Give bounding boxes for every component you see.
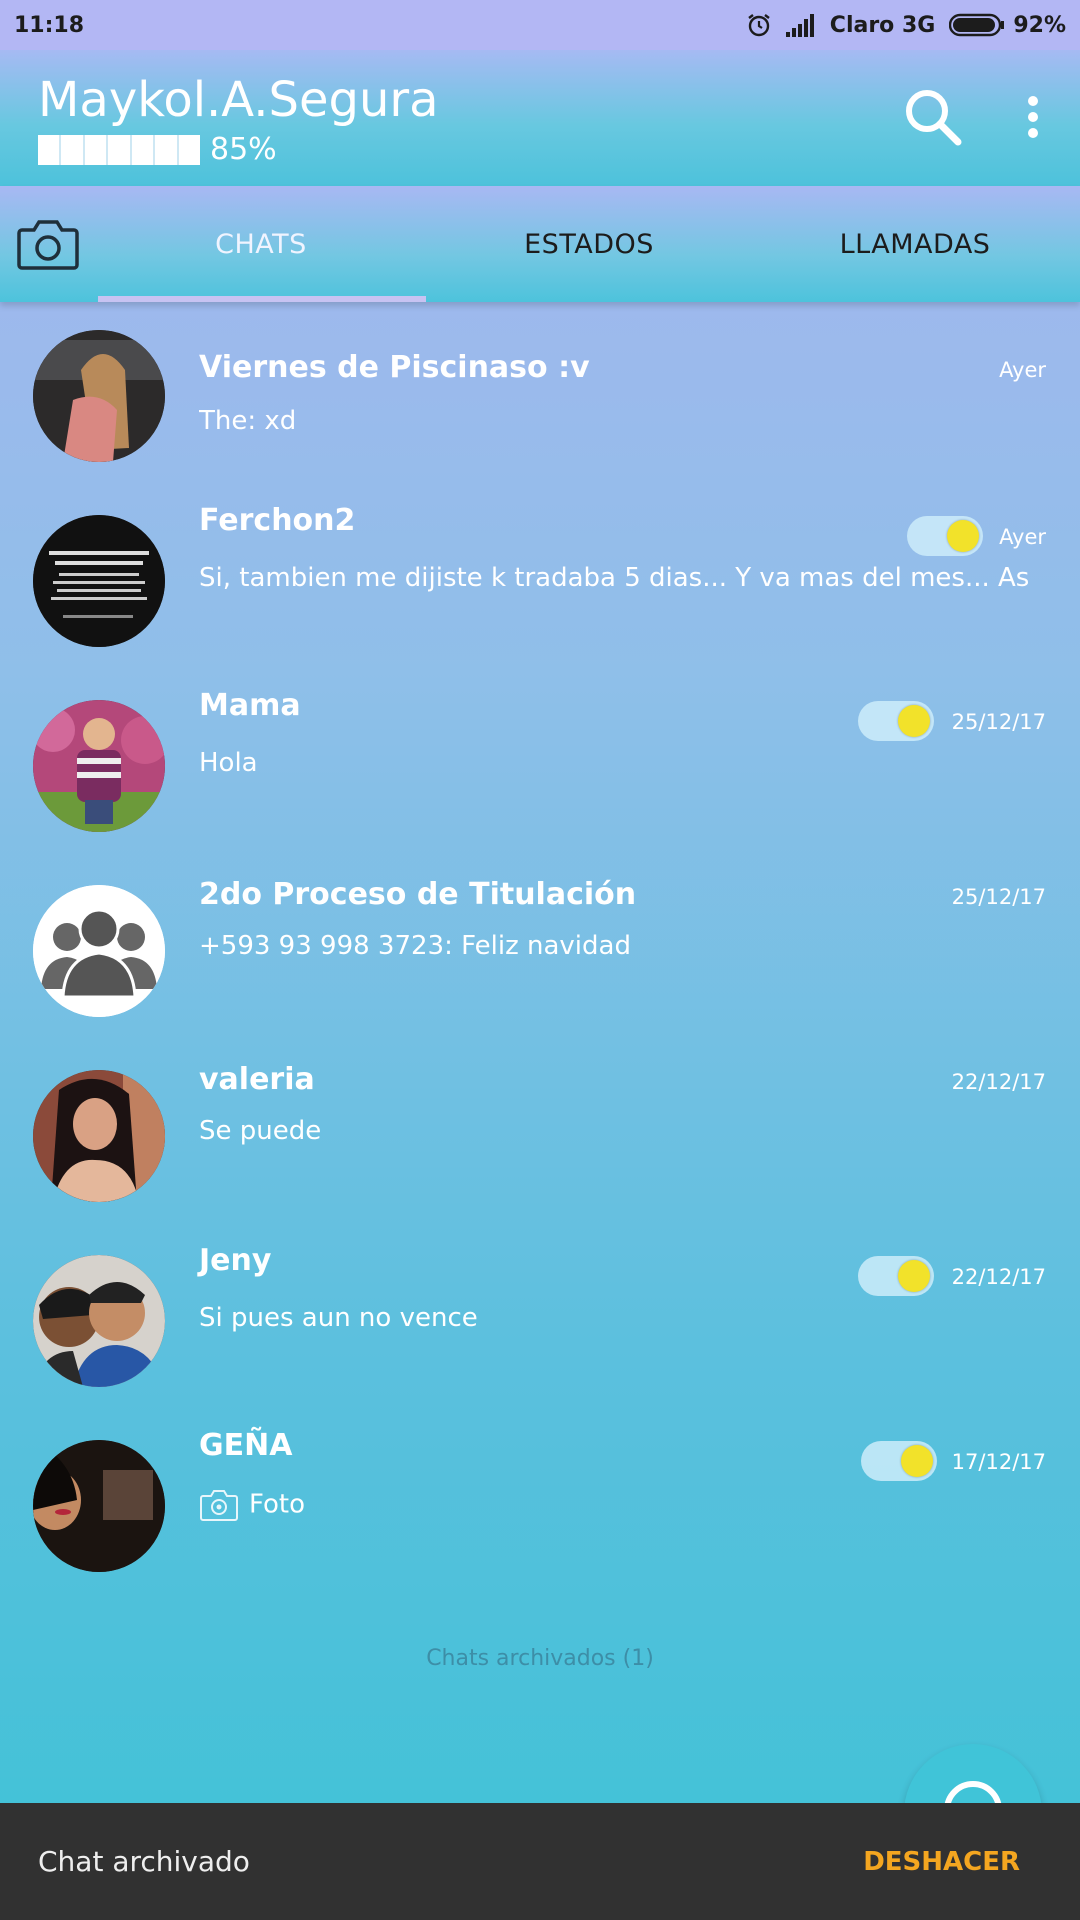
- chat-time: Ayer: [999, 525, 1046, 549]
- avatar[interactable]: [33, 330, 165, 462]
- toggle-knob: [947, 520, 979, 552]
- chat-name: Ferchon2: [199, 503, 356, 538]
- chat-toggle[interactable]: [858, 1256, 934, 1296]
- tab-bar: CHATS ESTADOS LLAMADAS: [0, 186, 1080, 302]
- chat-list: Viernes de Piscinaso :v Ayer The: xd Fer…: [0, 302, 1080, 1597]
- profile-battery-percent: 85%: [210, 132, 277, 167]
- avatar[interactable]: [33, 700, 165, 832]
- tab-estados[interactable]: ESTADOS: [426, 186, 752, 302]
- chat-message-preview: Si, tambien me dijiste k tradaba 5 dias.…: [199, 563, 1029, 593]
- avatar[interactable]: [33, 1440, 165, 1572]
- chat-name: 2do Proceso de Titulación: [199, 877, 637, 912]
- status-bar: 11:18 Claro 3G 92%: [0, 0, 1080, 50]
- profile-battery: 85%: [38, 132, 277, 167]
- chat-row[interactable]: valeria 22/12/17 Se puede: [0, 1042, 1080, 1227]
- app-header: Maykol.A.Segura 85%: [0, 50, 1080, 186]
- chat-time: 17/12/17: [951, 1450, 1046, 1474]
- snackbar-message: Chat archivado: [38, 1845, 250, 1878]
- chat-row[interactable]: GEÑA 17/12/17 Foto: [0, 1412, 1080, 1597]
- carrier-label: Claro 3G: [829, 12, 936, 38]
- profile-battery-bar: [38, 134, 200, 165]
- tab-chats[interactable]: CHATS: [98, 186, 424, 302]
- battery-percent: 92%: [1013, 12, 1066, 38]
- chat-toggle[interactable]: [861, 1441, 937, 1481]
- avatar[interactable]: [33, 1070, 165, 1202]
- avatar[interactable]: [33, 515, 165, 647]
- chat-row[interactable]: Viernes de Piscinaso :v Ayer The: xd: [0, 302, 1080, 487]
- archived-chats-link[interactable]: Chats archivados (1): [0, 1646, 1080, 1671]
- battery-icon: [949, 13, 1005, 37]
- toggle-knob: [901, 1445, 933, 1477]
- chat-name: GEÑA: [199, 1428, 293, 1463]
- more-options-icon[interactable]: [1026, 95, 1040, 139]
- chat-name: Mama: [199, 688, 301, 723]
- signal-icon: [785, 14, 814, 37]
- chat-message-preview: The: xd: [199, 406, 297, 436]
- chat-row[interactable]: Ferchon2 Ayer Si, tambien me dijiste k t…: [0, 487, 1080, 672]
- avatar[interactable]: [33, 1255, 165, 1387]
- alarm-icon: [748, 14, 770, 37]
- chat-row[interactable]: 2do Proceso de Titulación 25/12/17 +593 …: [0, 857, 1080, 1042]
- chat-toggle[interactable]: [907, 516, 983, 556]
- chat-time: 22/12/17: [951, 1265, 1046, 1289]
- camera-icon[interactable]: [16, 216, 80, 272]
- photo-icon: [200, 1490, 238, 1521]
- chat-name: Viernes de Piscinaso :v: [199, 350, 590, 385]
- chat-time: Ayer: [999, 358, 1046, 382]
- chat-time: 22/12/17: [951, 1070, 1046, 1094]
- tab-llamadas[interactable]: LLAMADAS: [752, 186, 1078, 302]
- status-time: 11:18: [14, 12, 85, 38]
- group-avatar[interactable]: [33, 885, 165, 1017]
- chat-message-text: Foto: [249, 1489, 306, 1520]
- search-icon[interactable]: [902, 86, 964, 148]
- profile-name[interactable]: Maykol.A.Segura: [38, 72, 439, 128]
- toggle-knob: [898, 1260, 930, 1292]
- group-icon: [33, 885, 165, 1017]
- chat-name: valeria: [199, 1062, 315, 1097]
- chat-time: 25/12/17: [951, 885, 1046, 909]
- chat-message-preview: +593 93 998 3723: Feliz navidad: [199, 931, 631, 961]
- chat-row[interactable]: Jeny 22/12/17 Si pues aun no vence: [0, 1227, 1080, 1412]
- chat-row[interactable]: Mama 25/12/17 Hola: [0, 672, 1080, 857]
- toggle-knob: [898, 705, 930, 737]
- undo-button[interactable]: DESHACER: [863, 1847, 1020, 1877]
- chat-time: 25/12/17: [951, 710, 1046, 734]
- snackbar: Chat archivado DESHACER: [0, 1803, 1080, 1920]
- chat-message-preview: Si pues aun no vence: [199, 1303, 478, 1333]
- chat-message-preview: Hola: [199, 748, 258, 778]
- chat-name: Jeny: [199, 1243, 272, 1278]
- chat-message-preview: Foto: [199, 1488, 305, 1522]
- chat-message-preview: Se puede: [199, 1116, 322, 1146]
- chat-toggle[interactable]: [858, 701, 934, 741]
